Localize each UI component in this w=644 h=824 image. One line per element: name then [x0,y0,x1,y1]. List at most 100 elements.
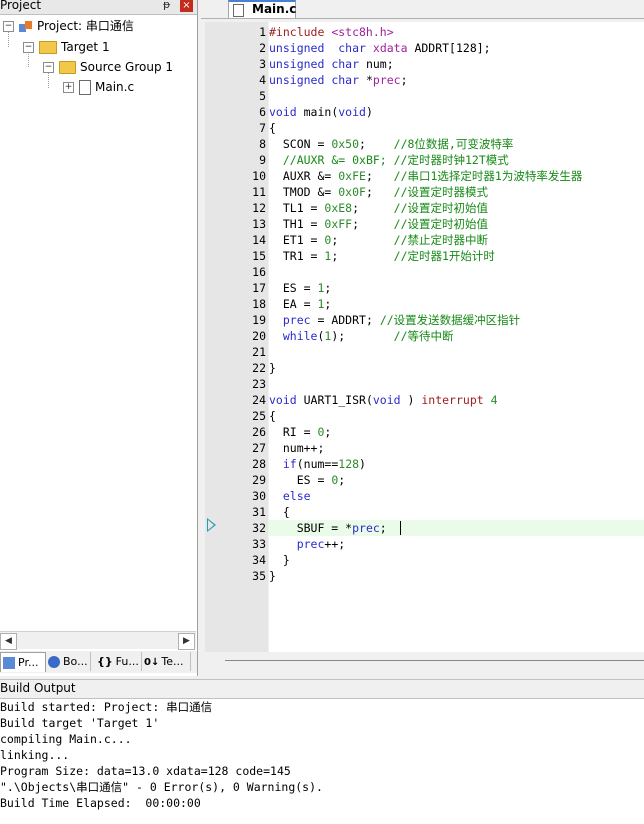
tree-item-label: Main.c [95,80,135,94]
tab-books[interactable]: Bo... [46,652,91,671]
code-line[interactable]: } [269,360,644,376]
line-number: 11 [252,185,266,199]
code-line[interactable]: { [269,504,644,520]
project-horizontal-scrollbar[interactable]: ◀ ▶ [0,631,196,650]
line-number: 27 [252,441,266,455]
tab-templates[interactable]: 0↓ Te... [142,652,191,671]
tree-item-source-group[interactable]: − Source Group 1 [43,58,173,76]
code-token: ES = [269,281,318,295]
code-token: 0xE8 [324,201,353,215]
collapse-icon[interactable]: − [3,21,14,32]
code-line[interactable]: TMOD &= 0x0F; //设置定时器模式 [269,184,644,200]
code-line[interactable]: unsigned char num; [269,56,644,72]
code-token: (num== [296,457,339,471]
code-line[interactable] [269,344,644,360]
code-token: ; [379,521,387,535]
code-token: //设置发送数据缓冲区指针 [379,313,521,327]
tab-functions[interactable]: {} Fu... [95,652,142,671]
code-token: ) [359,457,366,471]
editor-horizontal-scrollbar[interactable] [205,652,644,672]
editor-tab-main-c[interactable]: Main.c [228,0,296,18]
code-token: prec [296,537,325,551]
code-line[interactable]: while(1); //等待中断 [269,328,644,344]
code-line[interactable]: ES = 1; [269,280,644,296]
code-line[interactable]: ES = 0; [269,472,644,488]
code-line[interactable]: { [269,120,644,136]
tab-project[interactable]: Pr... [0,652,46,672]
code-line[interactable]: void main(void) [269,104,644,120]
scroll-right-icon[interactable]: ▶ [178,633,195,650]
code-line[interactable]: prec = ADDRT; //设置发送数据缓冲区指针 [269,312,644,328]
code-token: else [282,489,311,503]
code-line[interactable] [269,376,644,392]
code-token: AUXR &= [269,169,339,183]
build-output-line: Build target 'Target 1' [0,716,160,730]
code-line[interactable] [269,88,644,104]
code-token: unsigned [269,41,325,55]
line-number: 24 [252,393,266,407]
code-line[interactable]: else [269,488,644,504]
code-line[interactable]: TH1 = 0xFF; //设置定时初始值 [269,216,644,232]
code-token: ++; [324,537,346,551]
code-token: xdata [372,41,408,55]
code-line[interactable]: TR1 = 1; //定时器1开始计时 [269,248,644,264]
collapse-icon[interactable]: − [23,42,34,53]
code-token: //8位数据,可变波特率 [393,137,514,151]
code-token: unsigned [269,73,325,87]
code-line[interactable]: unsigned char xdata ADDRT[128]; [269,40,644,56]
code-line[interactable]: AUXR &= 0xFE; //串口1选择定时器1为波特率发生器 [269,168,644,184]
code-line[interactable]: } [269,568,644,584]
line-number: 19 [252,313,266,327]
line-number: 34 [252,553,266,567]
code-token: EA = [269,297,318,311]
line-number-gutter[interactable]: 1 2 3 4 5 6 7 8 9 10 11 12 13 14 15 16 17 18 19 20 21 22 23 24 2… [205,22,268,652]
code-token: } [269,361,276,375]
text-cursor [400,521,401,535]
scroll-left-icon[interactable]: ◀ [0,633,17,650]
line-number: 6 [259,105,266,119]
collapse-icon[interactable]: − [43,62,54,73]
current-line-arrow-icon [207,518,216,532]
project-icon [19,20,33,33]
expand-icon[interactable]: + [63,82,74,93]
code-line[interactable]: void UART1_ISR(void ) interrupt 4 [269,392,644,408]
code-line[interactable]: RI = 0; [269,424,644,440]
code-token: //AUXR &= 0xBF; //定时器时钟12T模式 [282,153,509,167]
code-line[interactable]: { [269,408,644,424]
code-line[interactable]: #include <stc8h.h> [269,24,644,40]
tree-item-label: Target 1 [61,40,110,54]
code-line[interactable]: ET1 = 0; //禁止定时器中断 [269,232,644,248]
line-number: 17 [252,281,266,295]
code-token: { [269,121,276,135]
code-line[interactable]: //AUXR &= 0xBF; //定时器时钟12T模式 [269,152,644,168]
code-line[interactable]: unsigned char *prec; [269,72,644,88]
close-pane-button[interactable]: × [180,0,193,12]
code-line[interactable]: SCON = 0x50; //8位数据,可变波特率 [269,136,644,152]
line-number: 30 [252,489,266,503]
code-line[interactable]: num++; [269,440,644,456]
code-token: * [359,73,373,87]
build-output-line: Build Time Elapsed: 00:00:00 [0,796,201,810]
code-token: ) [365,105,373,119]
code-line[interactable]: EA = 1; [269,296,644,312]
tree-item-project[interactable]: − Project: 串口通信 [3,17,134,35]
functions-icon: {} [97,655,113,668]
tree-item-file[interactable]: + Main.c [63,78,134,96]
line-number: 20 [252,329,266,343]
line-number: 21 [252,345,266,359]
code-token: char [331,73,360,87]
code-line[interactable] [269,264,644,280]
editor-tab-label: Main.c [252,2,297,16]
tab-label: Fu... [115,655,139,668]
c-file-icon [233,4,244,17]
pin-icon[interactable]: ᵽ [163,0,170,11]
code-line[interactable]: TL1 = 0xE8; //设置定时初始值 [269,200,644,216]
scrollbar-track[interactable] [225,660,644,661]
code-editor[interactable]: #include <stc8h.h> unsigned char xdata AD… [269,22,644,652]
code-line[interactable]: if(num==128) [269,456,644,472]
code-line[interactable]: prec++; [269,536,644,552]
code-line[interactable]: } [269,552,644,568]
code-line[interactable]: SBUF = *prec; [269,520,644,536]
code-token: interrupt [421,393,484,407]
tree-item-target[interactable]: − Target 1 [23,38,110,56]
